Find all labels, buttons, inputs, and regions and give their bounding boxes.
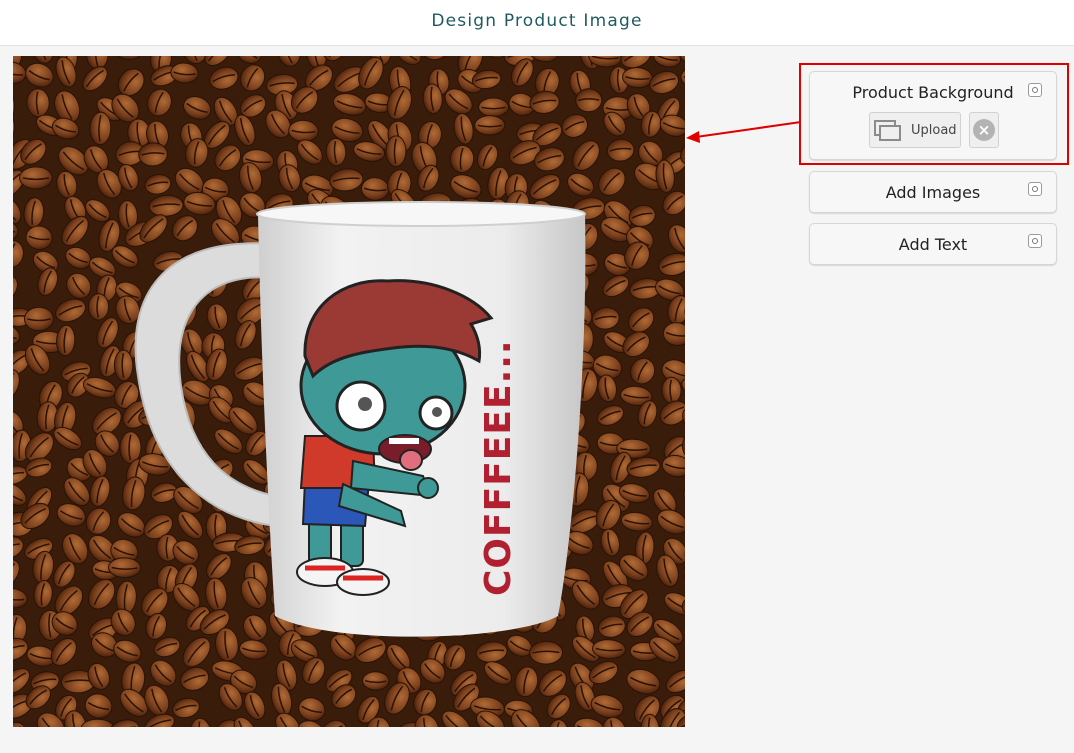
mug-rim <box>256 201 586 227</box>
panel-title-product-background: Product Background <box>852 83 1014 102</box>
collapse-icon[interactable] <box>1028 83 1042 97</box>
panel-title-add-images: Add Images <box>885 183 981 202</box>
upload-button[interactable]: Upload <box>869 112 961 148</box>
remove-background-button[interactable]: × <box>969 112 999 148</box>
mug-text: COFFFEEE... <box>478 339 519 596</box>
add-text-panel[interactable]: Add Text <box>809 223 1057 265</box>
collapse-icon[interactable] <box>1028 234 1042 248</box>
page-header: Design Product Image <box>0 0 1074 46</box>
product-background-panel: Product Background Upload × <box>809 71 1057 160</box>
upload-label: Upload <box>911 122 957 138</box>
product-image: COFFFEEE... <box>13 56 685 727</box>
product-canvas[interactable]: COFFFEEE... <box>13 56 685 727</box>
add-images-panel[interactable]: Add Images <box>809 171 1057 213</box>
collapse-icon[interactable] <box>1028 182 1042 196</box>
close-circle-icon: × <box>973 119 995 141</box>
annotation-arrow <box>686 121 802 143</box>
page-title: Design Product Image <box>431 10 643 31</box>
panel-title-add-text: Add Text <box>898 235 968 254</box>
image-upload-icon <box>874 120 901 141</box>
